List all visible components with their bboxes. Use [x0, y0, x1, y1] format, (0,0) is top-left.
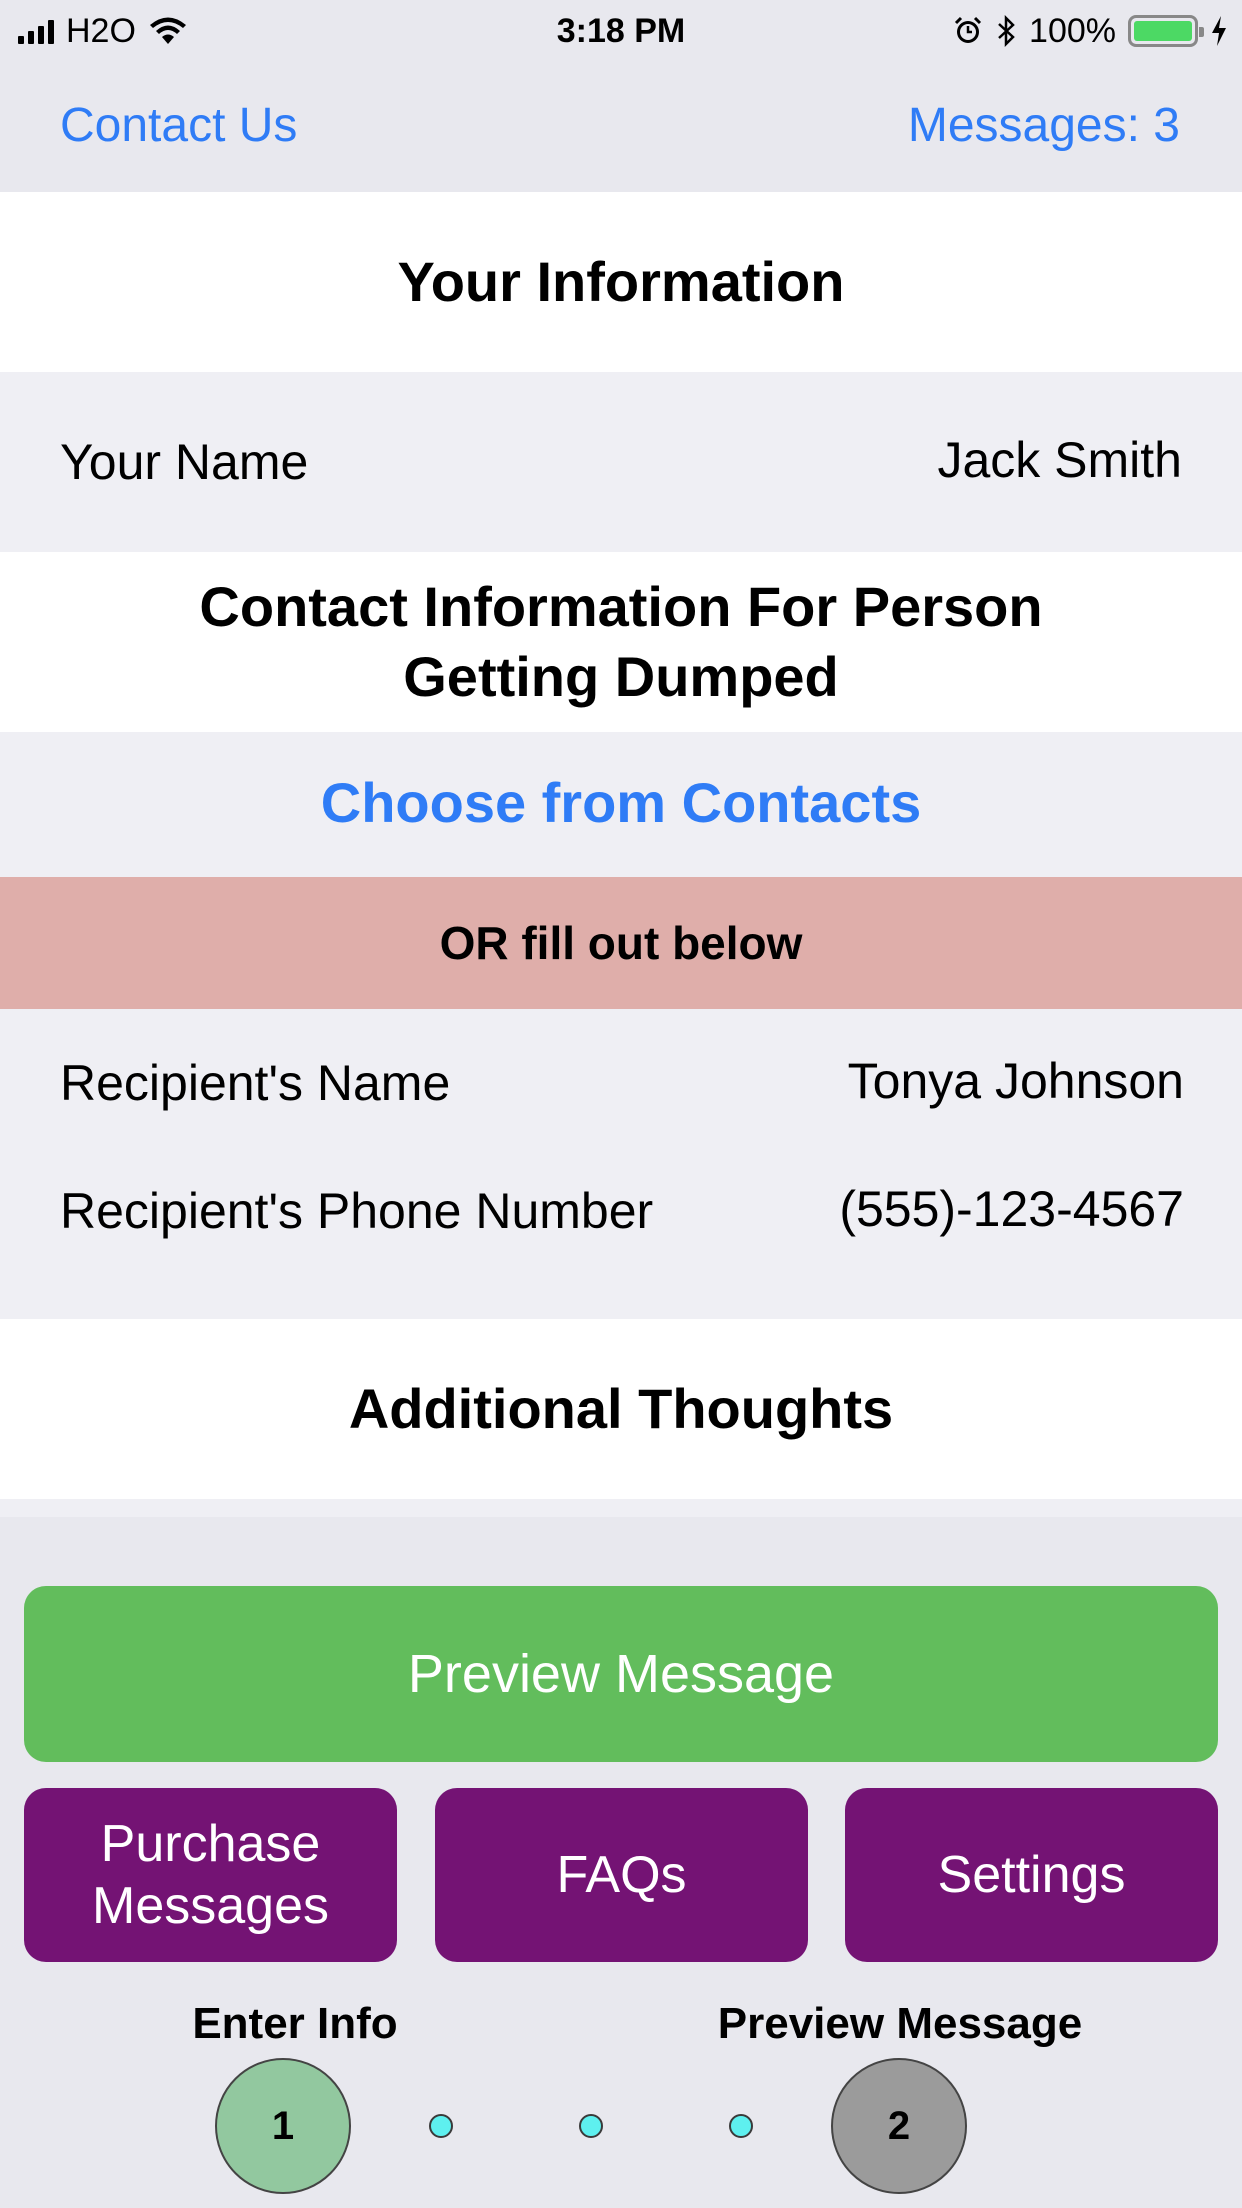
step1-indicator: 1 — [215, 2058, 351, 2194]
contact-us-link[interactable]: Contact Us — [60, 96, 297, 156]
status-right: 100% — [953, 8, 1228, 54]
additional-thoughts-header: Additional Thoughts — [0, 1319, 1242, 1499]
your-name-row[interactable]: Your Name Jack Smith — [0, 372, 1242, 552]
choose-from-contacts-button[interactable]: Choose from Contacts — [0, 768, 1242, 838]
your-information-header: Your Information — [0, 192, 1242, 372]
progress-dot — [429, 2114, 453, 2138]
charging-icon — [1212, 16, 1226, 46]
or-fill-out-banner: OR fill out below — [0, 877, 1242, 1009]
purchase-label-line2: Messages — [92, 1877, 329, 1935]
additional-thoughts-field[interactable] — [0, 1499, 1242, 1517]
battery-percent: 100% — [1029, 11, 1116, 50]
purchase-messages-button[interactable]: Purchase Messages — [24, 1788, 397, 1962]
recipient-phone-label: Recipient's Phone Number — [60, 1183, 654, 1239]
faqs-label: FAQs — [556, 1846, 687, 1904]
recipient-fields: Recipient's Name Tonya Johnson Recipient… — [0, 1009, 1242, 1319]
step1-number: 1 — [271, 2103, 295, 2148]
purchase-label-line1: Purchase — [100, 1815, 321, 1873]
step2-number: 2 — [887, 2103, 911, 2148]
messages-count-link[interactable]: Messages: 3 — [908, 96, 1180, 156]
step1-label: Enter Info — [192, 1999, 398, 2048]
step2-indicator: 2 — [831, 2058, 967, 2194]
settings-button[interactable]: Settings — [845, 1788, 1218, 1962]
progress-dot — [729, 2114, 753, 2138]
settings-label: Settings — [937, 1846, 1126, 1904]
your-name-value[interactable]: Jack Smith — [937, 430, 1182, 490]
additional-thoughts-title: Additional Thoughts — [348, 1377, 894, 1440]
battery-icon — [1128, 15, 1204, 47]
alarm-icon — [954, 16, 982, 43]
step2-label: Preview Message — [717, 1999, 1083, 2048]
recipient-phone-field[interactable]: (555)-123-4567 — [839, 1179, 1184, 1239]
contact-information-title-line2: Getting Dumped — [403, 645, 839, 708]
preview-message-label: Preview Message — [407, 1644, 835, 1704]
bluetooth-icon — [998, 15, 1015, 47]
contact-information-title-line1: Contact Information For Person — [199, 575, 1043, 638]
or-fill-out-label: OR fill out below — [439, 917, 803, 969]
progress-dot — [579, 2114, 603, 2138]
choose-contacts-row: Choose from Contacts — [0, 732, 1242, 877]
contact-information-header: Contact Information For Person Getting D… — [0, 552, 1242, 732]
recipient-name-label: Recipient's Name — [60, 1055, 451, 1111]
your-information-title: Your Information — [397, 250, 845, 313]
preview-message-button[interactable]: Preview Message — [24, 1586, 1218, 1762]
status-bar: H2O 3:18 PM 100% — [0, 0, 1242, 62]
your-name-label: Your Name — [60, 434, 309, 490]
faqs-button[interactable]: FAQs — [435, 1788, 808, 1962]
recipient-name-field[interactable]: Tonya Johnson — [848, 1051, 1184, 1111]
